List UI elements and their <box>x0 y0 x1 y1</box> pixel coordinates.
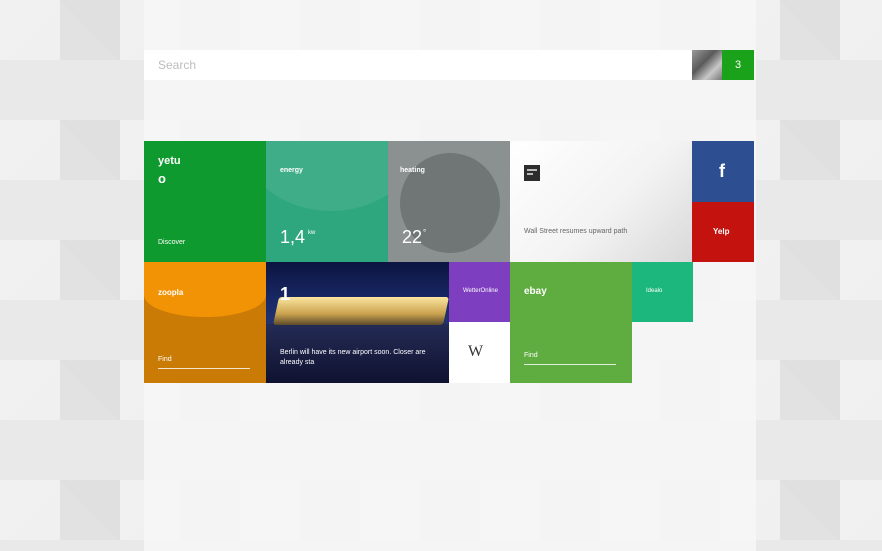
tile-idealo[interactable]: Idealo <box>632 262 693 322</box>
wetter-label: WetterOnline <box>463 288 498 294</box>
yetu-logo-icon: o <box>158 171 166 186</box>
facebook-icon: f <box>719 161 725 181</box>
berlin-caption: Berlin will have its new airport soon. C… <box>280 349 426 366</box>
tile-yetu-title: yetu <box>158 155 181 167</box>
channel-logo-icon: 1 <box>280 284 291 304</box>
idealo-label: Idealo <box>646 288 663 294</box>
energy-value: 1,4 <box>280 227 306 247</box>
search-input[interactable] <box>144 50 692 80</box>
news-icon <box>524 165 540 181</box>
tile-zoopla-title: zoopla <box>158 288 184 297</box>
ebay-find-link[interactable]: Find <box>524 352 538 359</box>
tile-yetu-action[interactable]: Discover <box>158 239 185 246</box>
energy-unit: kw <box>308 230 316 236</box>
wikipedia-icon: W <box>468 343 484 360</box>
tile-yelp[interactable]: Yelp <box>692 202 754 262</box>
tile-heating-title: heating <box>400 167 425 174</box>
tile-news[interactable]: Wall Street resumes upward path <box>510 141 692 262</box>
tile-energy[interactable]: energy 1,4 kw <box>266 141 388 262</box>
airport-building-image <box>273 297 449 325</box>
tile-yetu[interactable]: yetu o Discover <box>144 141 266 262</box>
notification-badge[interactable]: 3 <box>722 50 754 80</box>
tile-ebay-title: ebay <box>524 286 547 297</box>
tile-wikipedia[interactable]: W <box>449 322 510 383</box>
tile-energy-title: energy <box>280 167 303 174</box>
tile-zoopla[interactable]: zoopla Find <box>144 262 266 383</box>
tile-wetteronline[interactable]: WetterOnline <box>449 262 510 322</box>
ebay-find-underline <box>524 364 616 365</box>
zoopla-find-link[interactable]: Find <box>158 356 172 363</box>
user-avatar[interactable] <box>692 50 722 80</box>
tile-heating[interactable]: heating 22 ° <box>388 141 510 262</box>
tile-facebook[interactable]: f <box>692 141 754 202</box>
news-headline: Wall Street resumes upward path <box>524 228 628 235</box>
yelp-label: Yelp <box>713 227 730 236</box>
zoopla-find-underline <box>158 368 250 369</box>
energy-wave <box>266 141 388 211</box>
heating-value: 22 <box>402 227 423 247</box>
tile-ebay[interactable]: ebay Find <box>510 262 632 383</box>
tile-berlin-news[interactable]: 1 Berlin will have its new airport soon.… <box>266 262 449 383</box>
heating-unit: ° <box>423 228 427 237</box>
